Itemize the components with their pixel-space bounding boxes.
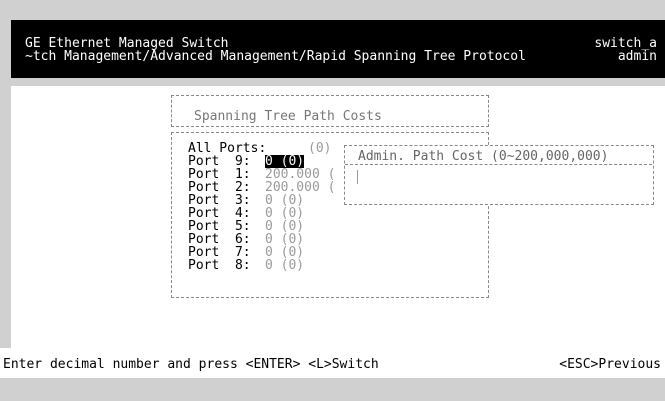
port-label: Port 8:: [188, 258, 251, 273]
username: admin: [617, 49, 657, 64]
status-bar: Enter decimal number and press <ENTER> <…: [0, 348, 665, 378]
port-value[interactable]: 0 (0): [265, 259, 304, 272]
main-area: Spanning Tree Path Costs All Ports: (0) …: [11, 86, 665, 348]
terminal-screen: GE Ethernet Managed Switch ~tch Manageme…: [0, 0, 665, 378]
all-ports-value: (0): [308, 141, 332, 156]
popup-divider: [345, 164, 652, 165]
popup-title: Admin. Path Cost (0~200,000,000): [358, 149, 609, 164]
status-hint: Enter decimal number and press <ENTER> <…: [3, 357, 379, 372]
escape-hint[interactable]: <ESC>Previous: [559, 358, 661, 371]
header-bar: GE Ethernet Managed Switch ~tch Manageme…: [11, 20, 665, 78]
menu-path: ~tch Management/Advanced Management/Rapi…: [25, 49, 526, 64]
panel-title: Spanning Tree Path Costs: [194, 109, 382, 124]
input-cursor[interactable]: [357, 170, 358, 184]
